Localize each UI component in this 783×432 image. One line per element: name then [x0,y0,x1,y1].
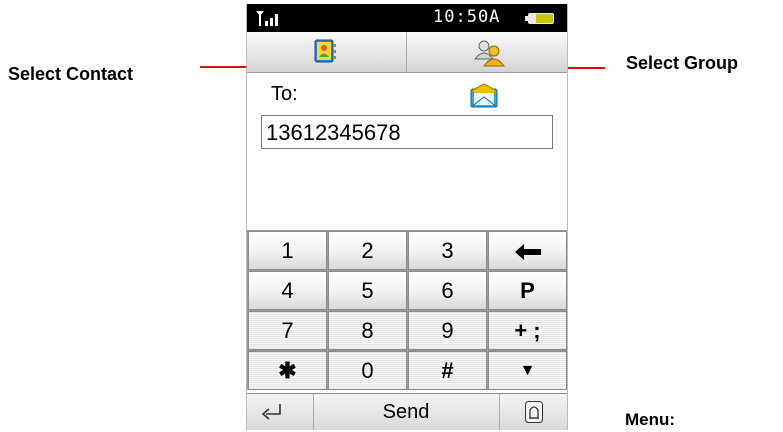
phone-screen: 10:50A To: 13612345678 1 2 3 4 5 6 P 7 8… [246,4,568,430]
key-1[interactable]: 1 [248,231,327,270]
pause-key[interactable]: P [488,271,567,310]
annotation-menu: Menu: [625,410,676,429]
key-2[interactable]: 2 [328,231,407,270]
key-7[interactable]: 7 [248,311,327,350]
envelope-icon[interactable] [469,83,499,109]
menu-icon [525,401,543,423]
group-people-icon [473,40,505,67]
contact-book-icon [314,39,336,63]
key-5[interactable]: 5 [328,271,407,310]
annotation-select-group: Select Group [626,53,739,73]
battery-icon [525,13,554,24]
recipient-number-field[interactable]: 13612345678 [261,115,553,149]
key-0[interactable]: 0 [328,351,407,390]
key-3[interactable]: 3 [408,231,487,270]
select-contact-tab[interactable] [247,32,407,72]
select-group-tab[interactable] [407,32,566,72]
back-arrow-icon [261,404,281,420]
status-time: 10:50A [433,7,501,27]
status-bar: 10:50A [247,4,567,32]
key-9[interactable]: 9 [408,311,487,350]
menu-button[interactable] [499,394,567,430]
dial-keypad: 1 2 3 4 5 6 P 7 8 9 + ; ✱ 0 # ▼ [247,230,567,390]
backspace-arrow-icon [514,244,541,261]
hash-key[interactable]: # [408,351,487,390]
send-button[interactable]: Send [313,394,499,430]
plus-semicolon-key[interactable]: + ; [488,311,567,350]
bottom-softkey-bar: Send [247,393,567,430]
to-label: To: [271,83,298,105]
key-4[interactable]: 4 [248,271,327,310]
key-8[interactable]: 8 [328,311,407,350]
recipient-tab-bar [247,32,567,73]
backspace-key[interactable] [488,231,567,270]
back-button[interactable] [247,394,314,430]
star-key[interactable]: ✱ [248,351,327,390]
annotation-select-contact: Select Contact [8,64,134,84]
key-6[interactable]: 6 [408,271,487,310]
hide-keypad-key[interactable]: ▼ [488,351,567,390]
signal-strength-icon [256,11,278,26]
